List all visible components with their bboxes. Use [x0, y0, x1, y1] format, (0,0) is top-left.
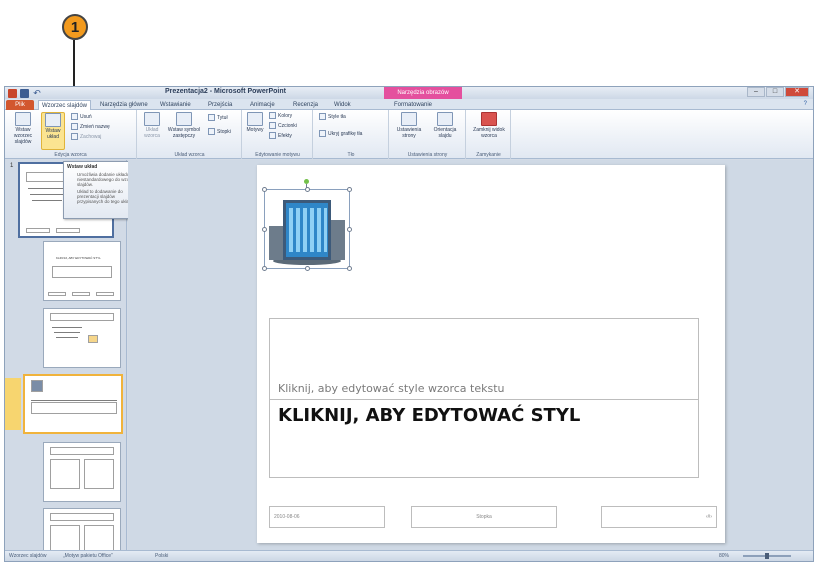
undo-icon[interactable]: ↶: [32, 88, 42, 98]
selection-strip: [5, 378, 21, 430]
status-language[interactable]: Polski: [155, 553, 168, 559]
thumbnail-number: 1: [10, 163, 14, 169]
colors-button[interactable]: Kolory: [269, 112, 292, 119]
group-edit-master: Wstaw wzorzec slajdów Wstaw układ Usuń Z…: [5, 110, 137, 159]
minimize-button[interactable]: –: [747, 87, 765, 97]
resize-handle[interactable]: [347, 187, 352, 192]
slide-editing-area: Kliknij, aby edytować style wzorca tekst…: [128, 160, 813, 552]
building-icon: [269, 200, 345, 265]
slide-number-placeholder[interactable]: ‹#›: [601, 506, 717, 528]
hide-background-checkbox[interactable]: Ukryj grafikę tła: [319, 130, 362, 137]
thumbnail-layout-content[interactable]: [43, 308, 121, 368]
context-tab-header: Narzędzia obrazów: [384, 87, 462, 99]
group-label-close: Zamykanie: [476, 152, 501, 158]
slide-orientation-button[interactable]: Orientacja slajdu: [428, 112, 462, 139]
themes-button[interactable]: Motywy: [245, 112, 265, 133]
tab-file[interactable]: Plik: [6, 100, 34, 110]
powerpoint-icon[interactable]: [8, 88, 17, 98]
resize-handle[interactable]: [347, 227, 352, 232]
group-master-layout: Układ wzorca Wstaw symbol zastępczy Tytu…: [138, 110, 242, 159]
tab-format[interactable]: Formatowanie: [391, 100, 435, 110]
zoom-slider[interactable]: [743, 553, 791, 559]
thumbnail-layout-two-content[interactable]: [43, 442, 121, 502]
page-setup-button[interactable]: Ustawienia strony: [392, 112, 426, 139]
resize-handle[interactable]: [305, 266, 310, 271]
tab-transitions[interactable]: Przejścia: [205, 100, 235, 110]
tab-slide-master[interactable]: Wzorzec slajdów: [38, 100, 92, 110]
insert-slide-master-button[interactable]: Wstaw wzorzec slajdów: [7, 112, 39, 145]
title-bar: ↶ Prezentacja2 - Microsoft PowerPoint Na…: [5, 87, 813, 99]
resize-handle[interactable]: [347, 266, 352, 271]
title-checkbox[interactable]: Tytuł: [208, 114, 228, 121]
tab-review[interactable]: Recenzja: [290, 100, 321, 110]
callout-badge: 1: [62, 14, 88, 40]
insert-placeholder-button[interactable]: Wstaw symbol zastępczy: [166, 112, 202, 139]
status-view: Wzorzec slajdów: [9, 553, 47, 559]
tab-animations[interactable]: Animacje: [247, 100, 278, 110]
title-placeholder-text[interactable]: KLIKNIJ, ABY EDYTOWAĆ STYL: [278, 405, 580, 426]
group-close: Zamknij widok wzorca Zamykanie: [467, 110, 511, 159]
placeholder-divider: [270, 399, 698, 400]
master-slide[interactable]: Kliknij, aby edytować style wzorca tekst…: [257, 165, 725, 543]
background-styles-button[interactable]: Style tła: [319, 113, 346, 120]
rename-button[interactable]: Zmień nazwę: [71, 123, 110, 130]
resize-handle[interactable]: [262, 227, 267, 232]
effects-button[interactable]: Efekty: [269, 132, 292, 139]
title-placeholder-frame[interactable]: Kliknij, aby edytować style wzorca tekst…: [269, 318, 699, 478]
ribbon: Wstaw wzorzec slajdów Wstaw układ Usuń Z…: [5, 110, 813, 159]
delete-button[interactable]: Usuń: [71, 113, 92, 120]
group-edit-theme: Motywy Kolory Czcionki Efekty Edytowanie…: [243, 110, 313, 159]
status-theme: „Motyw pakietu Office”: [63, 553, 113, 559]
resize-handle[interactable]: [305, 187, 310, 192]
close-master-view-button[interactable]: Zamknij widok wzorca: [469, 112, 509, 139]
preserve-button[interactable]: Zachowaj: [71, 133, 101, 140]
selected-logo-image[interactable]: [262, 187, 352, 271]
footer-placeholder[interactable]: Stopka: [411, 506, 557, 528]
insert-layout-button[interactable]: Wstaw układ: [41, 112, 65, 150]
resize-handle[interactable]: [262, 266, 267, 271]
group-label-page-setup: Ustawienia strony: [407, 152, 448, 158]
close-button[interactable]: ✕: [785, 87, 809, 97]
powerpoint-window: ↶ Prezentacja2 - Microsoft PowerPoint Na…: [4, 86, 814, 562]
resize-handle[interactable]: [262, 187, 267, 192]
thumbnail-layout-title[interactable]: KLIKNIJ, ABY EDYTOWAĆ STYL: [43, 241, 121, 301]
tab-home[interactable]: Narzędzia główne: [97, 100, 151, 110]
group-background: Style tła Ukryj grafikę tła Tło: [314, 110, 389, 159]
fonts-button[interactable]: Czcionki: [269, 122, 297, 129]
group-label-edit-master: Edycja wzorca: [54, 152, 87, 158]
window-controls: – □ ✕: [747, 87, 809, 97]
group-label-master-layout: Układ wzorca: [174, 152, 205, 158]
maximize-button[interactable]: □: [766, 87, 784, 97]
help-icon[interactable]: ?: [804, 101, 807, 107]
save-icon[interactable]: [20, 88, 29, 98]
quick-access-toolbar: ↶: [8, 88, 42, 98]
ribbon-tabs: Plik Wzorzec slajdów Narzędzia główne Ws…: [5, 99, 813, 110]
thumbnail-layout-picture[interactable]: [23, 374, 123, 434]
thumbnail-title-text: KLIKNIJ, ABY EDYTOWAĆ STYL: [56, 256, 101, 260]
group-label-edit-theme: Edytowanie motywu: [255, 152, 300, 158]
subtitle-placeholder-text[interactable]: Kliknij, aby edytować style wzorca tekst…: [278, 382, 505, 395]
tooltip-title: Wstaw układ: [67, 164, 98, 170]
footers-checkbox[interactable]: Stopki: [208, 128, 231, 135]
group-page-setup: Ustawienia strony Orientacja slajdu Usta…: [390, 110, 466, 159]
date-placeholder[interactable]: 2010-08-06: [269, 506, 385, 528]
thumbnail-layout-comparison[interactable]: [43, 508, 121, 552]
zoom-slider-thumb[interactable]: [765, 553, 769, 559]
tab-insert[interactable]: Wstawianie: [157, 100, 194, 110]
group-label-background: Tło: [347, 152, 355, 158]
master-layout-button[interactable]: Układ wzorca: [142, 112, 162, 139]
window-title: Prezentacja2 - Microsoft PowerPoint: [165, 88, 286, 95]
tab-view[interactable]: Widok: [331, 100, 354, 110]
zoom-level[interactable]: 80%: [719, 553, 729, 559]
screenshot: 1 ↶ Prezentacja2 - Microsoft PowerPoint …: [0, 0, 816, 564]
status-bar: Wzorzec slajdów „Motyw pakietu Office” P…: [5, 550, 813, 561]
